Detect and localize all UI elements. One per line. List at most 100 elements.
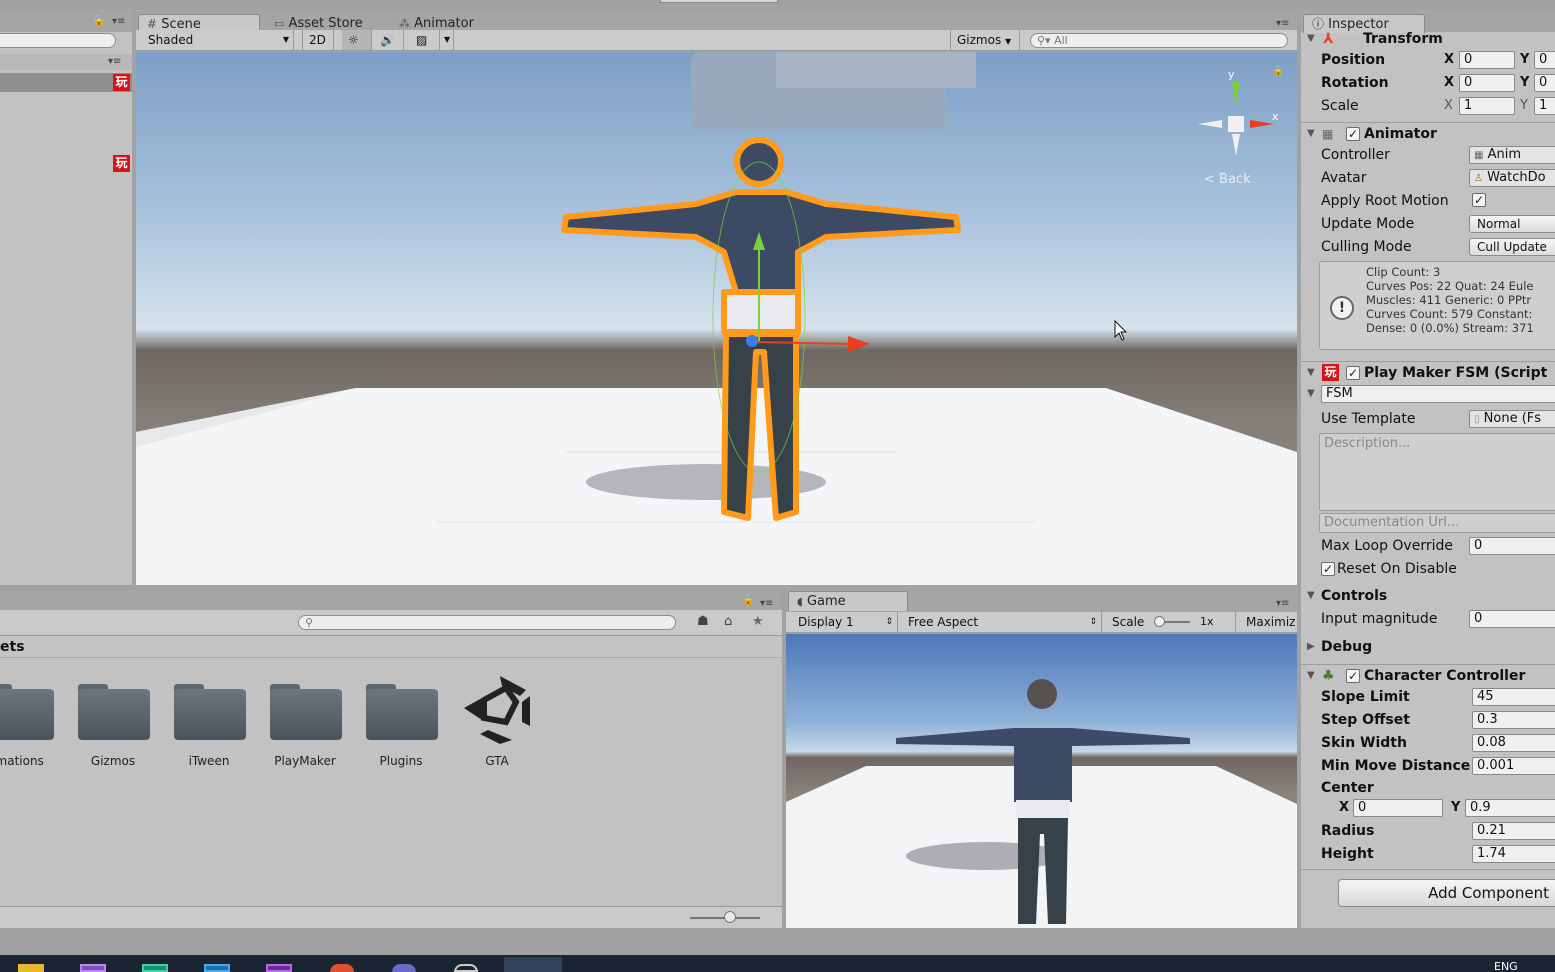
culling-mode-dropdown[interactable]: Cull Update <box>1469 238 1555 256</box>
debug-foldout[interactable]: ▶ Debug <box>1301 636 1555 658</box>
maximize-on-play-button[interactable]: Maximiz <box>1240 612 1297 632</box>
panel-menu-icon[interactable]: ▾≡ <box>112 16 125 27</box>
taskbar-app-icon[interactable] <box>392 964 416 972</box>
tab-game[interactable]: ◖ Game <box>788 591 908 611</box>
axis-x-label: X <box>1444 52 1455 67</box>
max-loop-field[interactable]: 0 <box>1469 537 1555 555</box>
foldout-expanded-icon[interactable]: ▼ <box>1307 28 1315 50</box>
character-controller-header[interactable]: ▼ ♣ ✓ Character Controller <box>1301 664 1555 686</box>
character-controller-enabled-checkbox[interactable]: ✓ <box>1346 669 1360 683</box>
min-move-distance-field[interactable]: 0.001 <box>1472 757 1555 775</box>
gizmos-dropdown[interactable]: Gizmos ▼ <box>950 30 1020 50</box>
gizmo-lock-icon[interactable]: 🔒 <box>1272 66 1284 77</box>
folder-gizmos[interactable] <box>78 684 150 740</box>
chevron-left-icon: < <box>1204 172 1215 187</box>
taskbar-app-icon-active[interactable] <box>504 957 562 972</box>
description-textarea[interactable]: Description... <box>1319 433 1555 511</box>
search-icon: ⚲ <box>305 616 314 629</box>
unity-scene-asset-icon[interactable] <box>460 672 534 746</box>
foldout-expanded-icon[interactable]: ▼ <box>1307 585 1315 607</box>
playmaker-icon: 玩 <box>113 155 130 172</box>
taskbar-language[interactable]: ENG <box>1494 960 1518 972</box>
aspect-dropdown[interactable]: Free Aspect ⇕ <box>902 612 1102 632</box>
folder-animations[interactable] <box>0 684 54 740</box>
favorite-star-icon[interactable]: ★ <box>752 614 764 629</box>
taskbar-app-icon[interactable] <box>204 964 230 972</box>
input-magnitude-field[interactable]: 0 <box>1469 610 1555 628</box>
lock-icon[interactable]: 🔒 <box>742 595 754 606</box>
panel-menu-icon[interactable]: ▾≡ <box>1276 18 1289 29</box>
display-dropdown[interactable]: Display 1 ⇕ <box>792 612 898 632</box>
audio-toggle-button[interactable]: 🔊 <box>374 30 404 50</box>
taskbar-app-icon[interactable] <box>330 964 354 972</box>
filter-by-type-icon[interactable]: ☗ <box>697 614 709 629</box>
rotation-row: Rotation X 0 Y 0 <box>1301 72 1555 94</box>
filter-by-label-icon[interactable]: ⌂ <box>724 614 732 629</box>
scale-slider[interactable]: Scale 1x <box>1106 612 1236 632</box>
aspect-label: Free Aspect <box>908 615 979 629</box>
lighting-toggle-button[interactable]: ☼ <box>342 30 372 50</box>
reset-on-disable-checkbox[interactable]: ✓ <box>1321 562 1335 576</box>
rotation-y-field[interactable]: 0 <box>1534 74 1555 92</box>
slope-limit-field[interactable]: 45 <box>1472 688 1555 706</box>
playmaker-header[interactable]: ▼ 玩 ✓ Play Maker FSM (Script <box>1301 361 1555 383</box>
fsm-name-field[interactable]: FSM <box>1321 385 1555 403</box>
animator-enabled-checkbox[interactable]: ✓ <box>1346 127 1360 141</box>
panel-menu-icon[interactable]: ▾≡ <box>1276 598 1289 609</box>
folder-plugins[interactable] <box>366 684 438 740</box>
taskbar-app-icon[interactable] <box>142 964 168 972</box>
shading-mode-dropdown[interactable]: Shaded ▼ <box>142 30 294 50</box>
hierarchy-menu-icon[interactable]: ▾≡ <box>108 56 121 67</box>
toggle-2d-button[interactable]: 2D <box>302 30 334 50</box>
scale-x-field[interactable]: 1 <box>1459 97 1515 115</box>
scale-y-field[interactable]: 1 <box>1534 97 1555 115</box>
transform-header[interactable]: ▼ ⅄ Transform <box>1301 28 1555 50</box>
apply-root-motion-checkbox[interactable]: ✓ <box>1472 193 1486 207</box>
icon-size-slider-thumb[interactable] <box>724 911 736 923</box>
lock-icon[interactable]: 🔒 <box>92 14 106 27</box>
position-x-field[interactable]: 0 <box>1459 51 1515 69</box>
project-search-input[interactable]: ⚲ <box>298 615 676 630</box>
effects-dropdown[interactable]: ▼ <box>438 30 454 50</box>
controls-foldout[interactable]: ▼ Controls <box>1301 585 1555 607</box>
game-viewport[interactable] <box>786 634 1297 928</box>
character-model[interactable] <box>136 52 1297 585</box>
foldout-collapsed-icon[interactable]: ▶ <box>1307 636 1315 658</box>
taskbar-app-icon[interactable] <box>266 964 292 972</box>
taskbar-app-icon[interactable] <box>80 964 106 972</box>
tab-animator-label: Animator <box>414 16 474 31</box>
scene-viewport[interactable]: y x 🔒 < Back <box>136 52 1297 585</box>
center-x-field[interactable]: 0 <box>1353 799 1443 817</box>
taskbar-app-icon[interactable] <box>454 964 478 972</box>
height-field[interactable]: 1.74 <box>1472 845 1555 863</box>
rotation-x-field[interactable]: 0 <box>1459 74 1515 92</box>
apply-root-motion-label: Apply Root Motion <box>1321 193 1449 209</box>
skin-width-field[interactable]: 0.08 <box>1472 734 1555 752</box>
playmaker-enabled-checkbox[interactable]: ✓ <box>1346 366 1360 380</box>
step-offset-field[interactable]: 0.3 <box>1472 711 1555 729</box>
center-y-field[interactable]: 0.9 <box>1465 799 1555 817</box>
position-y-field[interactable]: 0 <box>1534 51 1555 69</box>
foldout-expanded-icon[interactable]: ▼ <box>1307 665 1315 687</box>
project-footer <box>0 906 782 928</box>
dropdown-arrow-icon: ▼ <box>282 35 289 44</box>
use-template-field[interactable]: ▯ None (Fs <box>1469 410 1555 428</box>
folder-itween[interactable] <box>174 684 246 740</box>
effects-toggle-button[interactable]: ▨ <box>410 30 440 50</box>
foldout-expanded-icon[interactable]: ▼ <box>1307 123 1315 145</box>
fsm-row[interactable]: ▼ FSM <box>1301 383 1555 405</box>
taskbar-app-icon[interactable] <box>18 964 44 972</box>
animator-header[interactable]: ▼ ▦ ✓ Animator <box>1301 122 1555 144</box>
controller-field[interactable]: ▦ Anim <box>1469 146 1555 164</box>
folder-playmaker[interactable] <box>270 684 342 740</box>
radius-field[interactable]: 0.21 <box>1472 822 1555 840</box>
foldout-expanded-icon[interactable]: ▼ <box>1307 362 1315 384</box>
scene-search-input[interactable]: ⚲▾ All <box>1030 33 1288 48</box>
foldout-expanded-icon[interactable]: ▼ <box>1307 383 1315 405</box>
avatar-field[interactable]: ♙ WatchDo <box>1469 169 1555 187</box>
add-component-button[interactable]: Add Component <box>1338 879 1555 907</box>
hierarchy-search-input[interactable] <box>0 33 116 48</box>
documentation-url-input[interactable]: Documentation Url... <box>1319 513 1555 533</box>
panel-menu-icon[interactable]: ▾≡ <box>760 598 773 609</box>
update-mode-dropdown[interactable]: Normal <box>1469 215 1555 233</box>
